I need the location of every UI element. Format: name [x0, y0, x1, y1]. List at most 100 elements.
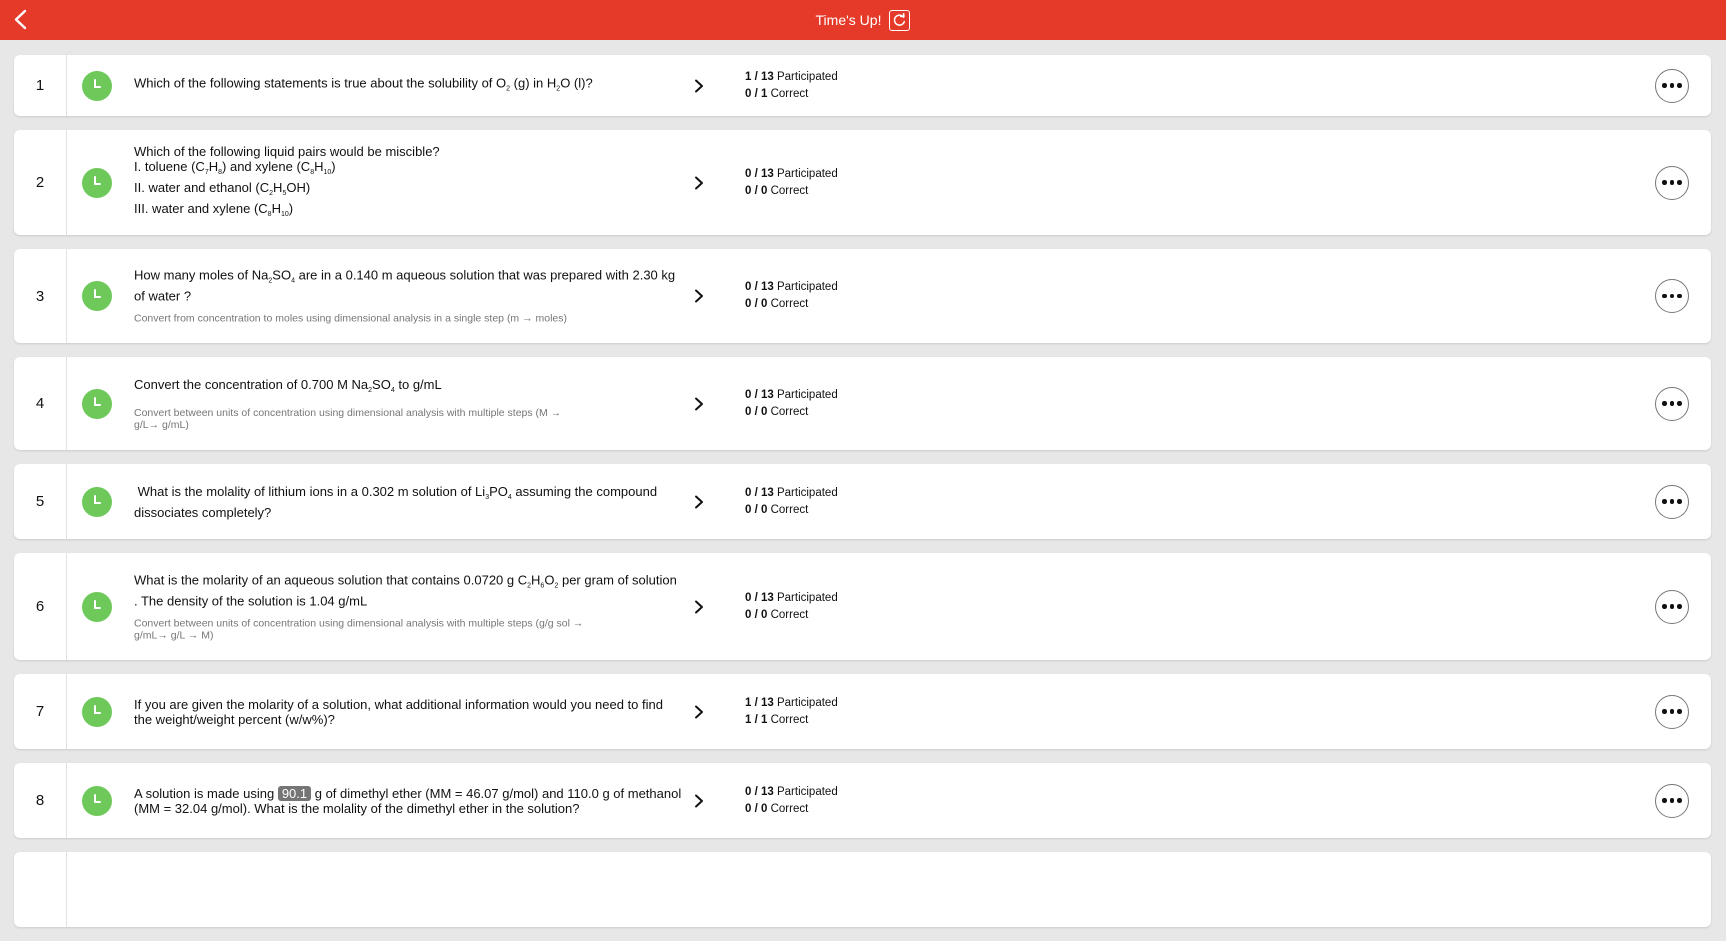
question-line: What is the molality of lithium ions in …	[134, 483, 661, 520]
chevron-right-icon	[695, 794, 703, 807]
dot-icon	[1677, 499, 1682, 504]
clock-icon	[82, 486, 112, 517]
dot-icon	[1662, 83, 1667, 88]
dot-icon	[1662, 499, 1667, 504]
question-stats: 0 / 13 Participated 0 / 0 Correct	[745, 784, 838, 818]
clock-icon	[82, 591, 112, 622]
question-card: 6 What is the molarity of an aqueous sol…	[14, 553, 1711, 660]
clock-icon	[82, 167, 112, 198]
question-line: Which of the following statements is tru…	[134, 75, 593, 92]
question-card: 4 Convert the concentration of 0.700 M N…	[14, 357, 1711, 450]
question-number: 8	[14, 763, 67, 838]
question-line: I. toluene (C7H8) and xylene (C8H10)	[134, 158, 336, 176]
question-number	[14, 852, 67, 927]
participated-stat: 1 / 13 Participated	[745, 696, 838, 709]
chevron-right-icon	[695, 705, 703, 718]
dot-icon	[1677, 83, 1682, 88]
question-stats: 1 / 13 Participated 1 / 1 Correct	[745, 695, 838, 729]
open-question-button[interactable]	[690, 493, 708, 511]
dot-icon	[1669, 401, 1675, 406]
question-stats: 0 / 13 Participated 0 / 0 Correct	[745, 166, 838, 200]
question-card: 3 How many moles of Na2SO4 are in a 0.14…	[14, 249, 1711, 343]
question-card: 5 What is the molality of lithium ions i…	[14, 464, 1711, 539]
question-stats: 0 / 13 Participated 0 / 0 Correct	[745, 485, 838, 519]
refresh-icon	[894, 12, 906, 26]
dot-icon	[1677, 180, 1682, 185]
open-question-button[interactable]	[690, 703, 708, 721]
question-number: 4	[14, 357, 67, 450]
question-text[interactable]: How many moles of Na2SO4 are in a 0.140 …	[134, 268, 684, 325]
dot-icon	[1677, 798, 1682, 803]
dot-icon	[1677, 401, 1682, 406]
learning-objective: Convert between units of concentration u…	[134, 406, 562, 431]
more-options-button[interactable]	[1655, 484, 1689, 519]
learning-objective: Convert from concentration to moles usin…	[134, 312, 568, 325]
dot-icon	[1669, 709, 1675, 714]
question-text[interactable]: If you are given the molarity of a solut…	[134, 697, 684, 727]
dot-icon	[1662, 798, 1667, 803]
dot-icon	[1677, 604, 1682, 609]
open-question-button[interactable]	[690, 792, 708, 810]
question-line: A solution is made using 90.1 g of dimet…	[134, 785, 682, 816]
question-text[interactable]: A solution is made using 90.1 g of dimet…	[134, 785, 684, 816]
participated-stat: 0 / 13 Participated	[745, 785, 838, 798]
question-card: 2 Which of the following liquid pairs wo…	[14, 130, 1711, 235]
refresh-button[interactable]	[889, 9, 911, 31]
more-options-button[interactable]	[1655, 165, 1689, 200]
question-number: 5	[14, 464, 67, 539]
correct-stat: 0 / 0 Correct	[745, 503, 809, 516]
clock-icon	[82, 281, 112, 311]
chevron-right-icon	[695, 600, 703, 613]
more-options-button[interactable]	[1655, 694, 1689, 729]
dot-icon	[1677, 709, 1682, 714]
participated-stat: 0 / 13 Participated	[745, 281, 838, 293]
page-title: Time's Up!	[815, 12, 882, 28]
open-question-button[interactable]	[690, 287, 708, 305]
question-line: II. water and ethanol (C2H5OH)	[134, 179, 311, 197]
question-number: 6	[14, 553, 67, 660]
dot-icon	[1662, 401, 1667, 406]
correct-stat: 0 / 0 Correct	[745, 802, 809, 815]
correct-stat: 0 / 0 Correct	[745, 298, 809, 310]
open-question-button[interactable]	[690, 395, 708, 413]
open-question-button[interactable]	[690, 598, 708, 616]
dot-icon	[1662, 604, 1667, 609]
question-text[interactable]: Convert the concentration of 0.700 M Na2…	[134, 377, 684, 431]
dot-icon	[1662, 293, 1667, 299]
question-number: 1	[14, 55, 67, 116]
participated-stat: 1 / 13 Participated	[745, 70, 838, 83]
question-text[interactable]: Which of the following liquid pairs woul…	[134, 144, 684, 222]
participated-stat: 0 / 13 Participated	[745, 486, 838, 499]
open-question-button[interactable]	[690, 174, 708, 192]
question-list: 1 Which of the following statements is t…	[14, 55, 1711, 941]
question-line: What is the molarity of an aqueous solut…	[134, 572, 677, 608]
more-options-button[interactable]	[1655, 589, 1689, 624]
question-card: 1 Which of the following statements is t…	[14, 55, 1711, 116]
question-line: How many moles of Na2SO4 are in a 0.140 …	[134, 267, 676, 304]
question-text[interactable]: What is the molality of lithium ions in …	[134, 484, 684, 520]
clock-icon	[82, 696, 112, 727]
more-options-button[interactable]	[1655, 68, 1689, 103]
question-card: 8 A solution is made using 90.1 g of dim…	[14, 763, 1711, 838]
dot-icon	[1669, 83, 1675, 88]
chevron-right-icon	[695, 79, 703, 92]
chevron-right-icon	[695, 397, 703, 410]
question-text[interactable]: Which of the following statements is tru…	[134, 75, 684, 96]
more-options-button[interactable]	[1655, 386, 1689, 421]
more-options-button[interactable]	[1655, 279, 1689, 313]
question-text[interactable]: What is the molarity of an aqueous solut…	[134, 572, 684, 641]
chevron-right-icon	[695, 176, 703, 189]
open-question-button[interactable]	[690, 77, 708, 95]
learning-objective: Convert between units of concentration u…	[134, 617, 584, 641]
more-options-button[interactable]	[1655, 783, 1689, 818]
dot-icon	[1669, 180, 1675, 185]
chevron-right-icon	[695, 289, 703, 303]
correct-stat: 1 / 1 Correct	[745, 713, 809, 726]
dot-icon	[1662, 180, 1667, 185]
dot-icon	[1669, 293, 1675, 299]
participated-stat: 0 / 13 Participated	[745, 167, 838, 180]
correct-stat: 0 / 0 Correct	[745, 184, 809, 197]
top-bar: Time's Up!	[0, 0, 1726, 40]
question-stats: 0 / 13 Participated 0 / 0 Correct	[745, 279, 838, 313]
dot-icon	[1662, 709, 1667, 714]
